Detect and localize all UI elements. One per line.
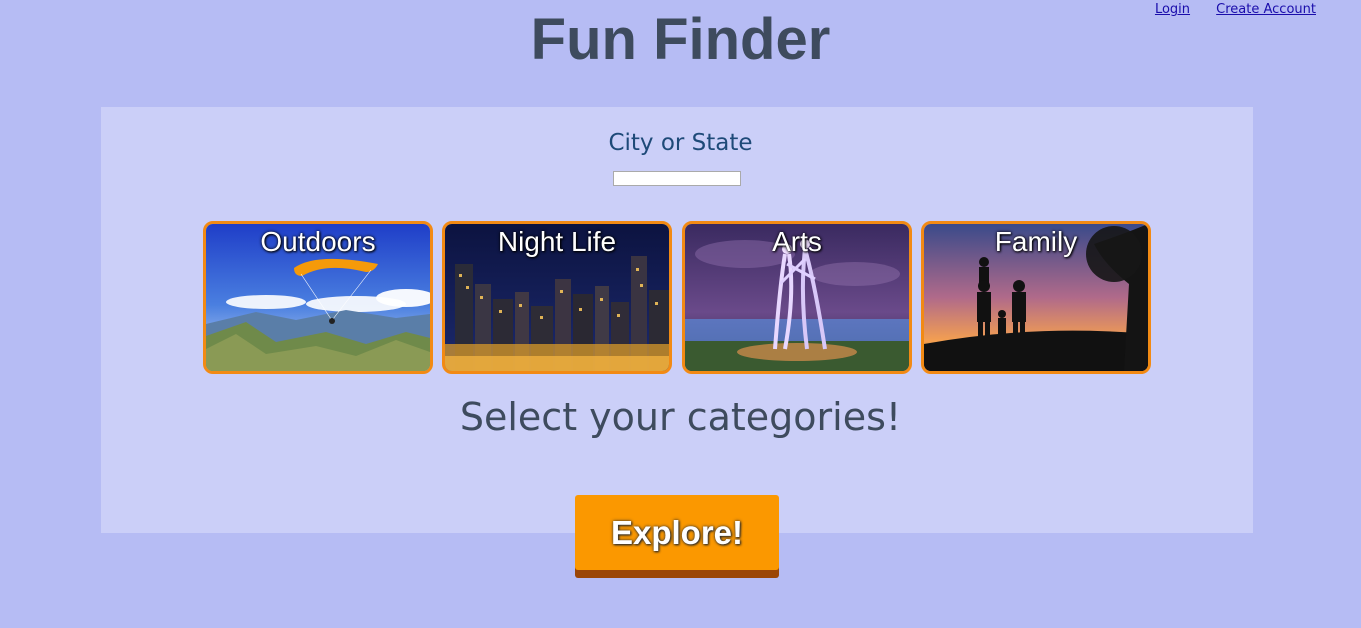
city-or-state-label: City or State	[608, 130, 753, 156]
page-title: Fun Finder	[530, 7, 831, 72]
category-label-outdoors: Outdoors	[260, 226, 376, 257]
category-label-arts: Arts	[772, 226, 822, 257]
explore-button[interactable]: Explore!	[575, 495, 779, 570]
category-tile-night-life[interactable]: Night Life	[442, 221, 672, 374]
city-or-state-input[interactable]	[613, 171, 741, 186]
select-categories-prompt: Select your categories!	[459, 395, 902, 439]
category-label-family: Family	[994, 226, 1078, 257]
category-tile-arts[interactable]: Arts	[682, 221, 912, 374]
category-tile-family[interactable]: Family	[921, 221, 1151, 374]
category-tile-outdoors[interactable]: Outdoors	[203, 221, 433, 374]
category-label-night-life: Night Life	[497, 226, 617, 257]
